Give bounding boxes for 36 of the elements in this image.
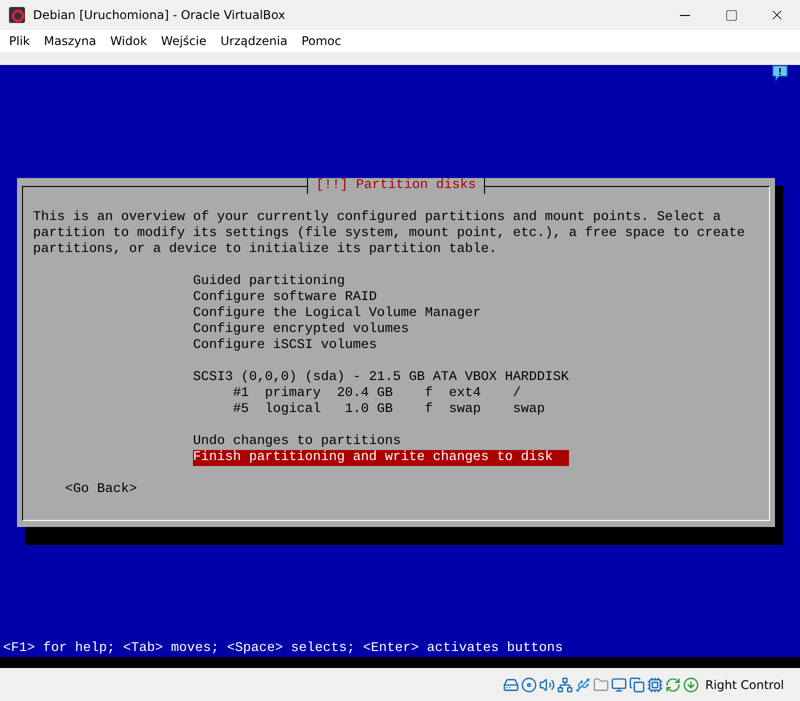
menu-option[interactable]: Finish partitioning and write changes to disk	[192, 450, 569, 466]
refresh-icon[interactable]	[665, 676, 682, 692]
chip-icon[interactable]	[647, 676, 664, 692]
optical-disc-icon[interactable]	[521, 676, 538, 692]
help-line: <F1> for help; <Tab> moves; <Space> selects; <Enter> activates buttons	[3, 641, 563, 657]
folder-icon[interactable]	[593, 676, 610, 692]
host-key-label: Right Control	[705, 678, 784, 692]
display-icon[interactable]	[611, 676, 628, 692]
partition-row[interactable]: #1 primary 20.4 GB f ext4 /	[192, 386, 569, 402]
dialog-description: This is an overview of your currently configured partitions and mount points. Select a partition to modify its settings (file system, mount point, etc.), a free space to create partitions, or a device to initialize its partition table.	[33, 210, 746, 258]
menu-option[interactable]: SCSI3 (0,0,0) (sda) - 21.5 GB ATA VBOX HARDDISK	[192, 370, 569, 386]
menu-option[interactable]: Configure the Logical Volume Manager	[192, 306, 569, 322]
menu-item[interactable]: Pomoc	[294, 30, 348, 52]
usb-icon[interactable]	[575, 676, 592, 692]
maximize-icon	[724, 8, 738, 22]
menu-option[interactable]: Undo changes to partitions	[192, 434, 569, 450]
app-logo-icon	[9, 7, 25, 23]
copy-icon[interactable]	[629, 676, 646, 692]
go-back-button[interactable]: <Go Back>	[64, 482, 137, 498]
download-icon[interactable]	[683, 676, 700, 692]
network-icon[interactable]	[557, 676, 574, 692]
menu-item[interactable]: Maszyna	[36, 30, 104, 52]
menu-item[interactable]: Plik	[2, 30, 37, 52]
menu-item[interactable]: Widok	[103, 30, 154, 52]
menu-option[interactable]: Configure iSCSI volumes	[192, 338, 569, 354]
menu-option[interactable]: Configure encrypted volumes	[192, 322, 569, 338]
menu-option[interactable]: Configure software RAID	[192, 290, 569, 306]
partition-row[interactable]: #5 logical 1.0 GB f swap swap	[192, 402, 569, 418]
minimize-icon	[680, 14, 690, 16]
menu-option[interactable]: Guided partitioning	[192, 274, 569, 290]
dialog-title: [!!] Partition disks	[307, 178, 485, 194]
window-title: Debian [Uruchomiona] - Oracle VirtualBox	[33, 8, 286, 22]
notification-icon[interactable]	[772, 65, 788, 81]
menu-item[interactable]: Wejście	[154, 30, 214, 52]
speaker-icon[interactable]	[539, 676, 556, 692]
menu-item[interactable]: Urządzenia	[213, 30, 294, 52]
